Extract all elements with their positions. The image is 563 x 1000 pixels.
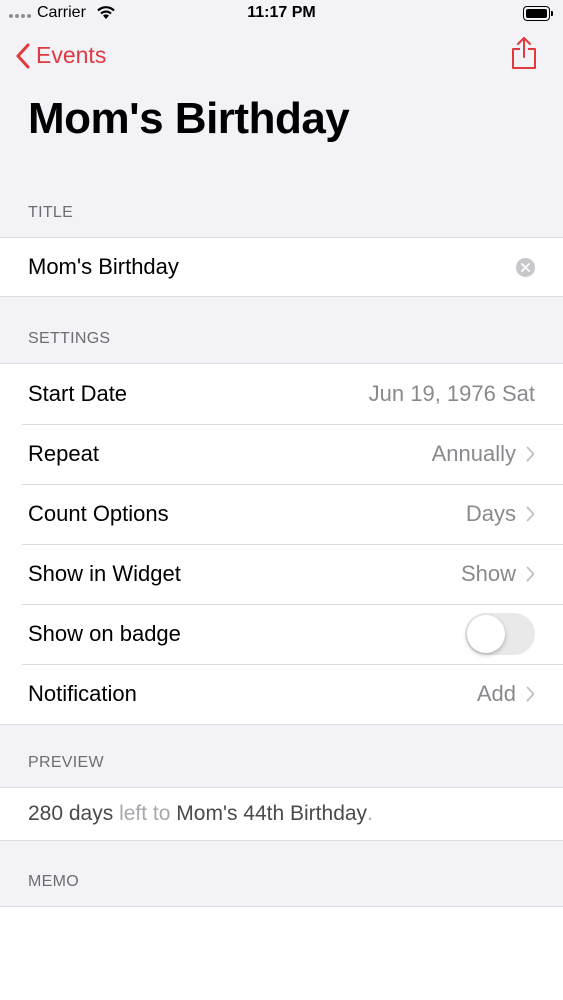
repeat-row[interactable]: Repeat Annually <box>0 424 563 484</box>
notification-row[interactable]: Notification Add <box>0 664 563 724</box>
page-title: Mom's Birthday <box>28 94 350 143</box>
preview-count: 280 days <box>28 802 114 825</box>
preview-text: 280 days left to Mom's 44th Birthday. <box>0 788 563 840</box>
title-field[interactable]: Mom's Birthday <box>0 238 563 296</box>
settings-section-header: SETTINGS <box>28 330 111 347</box>
notification-value: Add <box>476 681 516 706</box>
status-time: 11:17 PM <box>247 4 316 21</box>
share-icon <box>512 37 536 69</box>
memo-textarea[interactable] <box>0 906 563 1000</box>
start-date-label: Start Date <box>28 381 128 406</box>
repeat-label: Repeat <box>28 441 99 466</box>
show-on-badge-label: Show on badge <box>28 621 181 646</box>
show-in-widget-label: Show in Widget <box>28 561 181 586</box>
battery-icon <box>523 6 553 21</box>
show-in-widget-value: Show <box>460 561 516 586</box>
show-in-widget-row[interactable]: Show in Widget Show <box>0 544 563 604</box>
title-group: Mom's Birthday <box>0 237 563 297</box>
count-options-label: Count Options <box>28 501 169 526</box>
chevron-right-icon <box>526 566 535 582</box>
memo-section-header: MEMO <box>28 873 79 890</box>
chevron-right-icon <box>526 446 535 462</box>
preview-period: . <box>367 802 373 825</box>
share-button[interactable] <box>511 36 537 75</box>
clear-text-button[interactable] <box>516 257 535 277</box>
start-date-row[interactable]: Start Date Jun 19, 1976 Sat <box>0 364 563 424</box>
show-on-badge-row: Show on badge <box>0 604 563 664</box>
repeat-value: Annually <box>431 441 516 466</box>
count-options-row[interactable]: Count Options Days <box>0 484 563 544</box>
title-input[interactable]: Mom's Birthday <box>28 254 516 280</box>
chevron-right-icon <box>526 686 535 702</box>
preview-event: Mom's 44th Birthday <box>176 802 368 825</box>
settings-group: Start Date Jun 19, 1976 Sat Repeat Annua… <box>0 363 563 725</box>
preview-section-header: PREVIEW <box>28 754 104 771</box>
preview-group: 280 days left to Mom's 44th Birthday. <box>0 787 563 841</box>
clear-icon <box>521 262 530 272</box>
count-options-value: Days <box>465 501 516 526</box>
notification-label: Notification <box>28 681 137 706</box>
title-section-header: TITLE <box>28 204 74 221</box>
preview-connector: left to <box>119 802 171 825</box>
back-button-label: Events <box>36 42 107 68</box>
chevron-right-icon <box>526 506 535 522</box>
show-on-badge-toggle[interactable] <box>465 613 535 655</box>
chevron-left-icon <box>16 43 30 68</box>
start-date-value: Jun 19, 1976 Sat <box>368 381 535 406</box>
navigation-bar: Events <box>0 36 563 80</box>
back-button[interactable]: Events <box>16 42 106 69</box>
toggle-knob <box>467 615 505 653</box>
status-bar: Carrier 11:17 PM <box>0 0 563 28</box>
